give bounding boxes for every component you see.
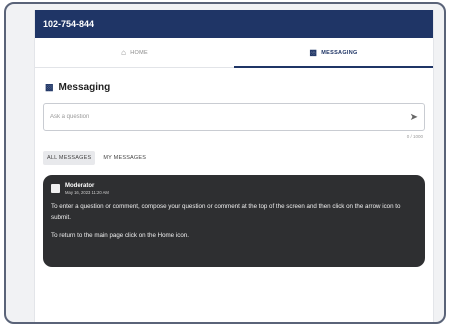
message-filters: ALL MESSAGES MY MESSAGES: [43, 151, 433, 165]
device-frame: 102-754-844 ⌂ HOME ▩ MESSAGING ▩ Messagi…: [4, 2, 446, 324]
message-paragraph: To enter a question or comment, compose …: [51, 203, 401, 221]
tab-home-label: HOME: [130, 49, 148, 56]
filter-all-messages[interactable]: ALL MESSAGES: [43, 151, 96, 165]
message-body: To enter a question or comment, compose …: [51, 201, 417, 241]
question-input[interactable]: [50, 114, 410, 120]
message-header: Moderator May 16, 2023 11:20 AM: [51, 183, 417, 195]
chat-icon: ▩: [45, 82, 54, 92]
message-card: Moderator May 16, 2023 11:20 AM To enter…: [43, 175, 425, 267]
tab-messaging-label: MESSAGING: [321, 49, 358, 56]
message-date: May 16, 2023 11:20 AM: [65, 190, 109, 195]
tab-messaging[interactable]: ▩ MESSAGING: [234, 38, 433, 68]
top-bar: 102-754-844: [35, 10, 433, 38]
chat-icon: ▩: [309, 47, 318, 57]
app-container: 102-754-844 ⌂ HOME ▩ MESSAGING ▩ Messagi…: [34, 10, 434, 322]
message-author: Moderator: [65, 183, 95, 189]
section-heading: ▩ Messaging: [45, 82, 433, 93]
tab-home[interactable]: ⌂ HOME: [35, 38, 234, 67]
section-title-text: Messaging: [58, 82, 111, 93]
send-icon[interactable]: ➤: [410, 112, 418, 123]
home-icon: ⌂: [121, 47, 127, 57]
tab-bar: ⌂ HOME ▩ MESSAGING: [35, 38, 433, 68]
phone-number: 102-754-844: [43, 19, 95, 29]
question-box: ➤: [43, 103, 425, 131]
character-counter: 0 / 1000: [406, 134, 423, 139]
message-paragraph: To return to the main page click on the …: [51, 232, 189, 239]
filter-my-messages[interactable]: MY MESSAGES: [99, 151, 150, 165]
moderator-avatar-icon: [51, 184, 60, 193]
